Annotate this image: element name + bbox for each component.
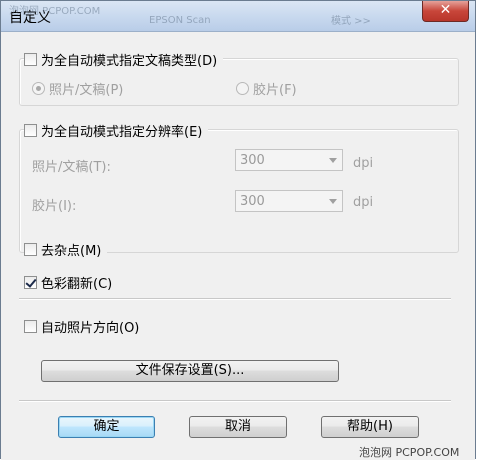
film-resolution-unit: dpi [353,195,374,210]
radio-film-indicator[interactable] [236,82,249,95]
descreen-checkbox[interactable] [24,243,37,256]
document-type-checkbox[interactable] [24,53,37,66]
resolution-checkbox[interactable] [24,124,37,137]
auto-orientation-label: 自动照片方向(O) [41,321,140,336]
photo-resolution-label: 照片/文稿(T): [32,160,111,175]
ok-button[interactable]: 确定 [58,416,155,438]
photo-resolution-value: 300 [240,153,265,168]
radio-film-label: 胶片(F) [253,83,297,98]
auto-orientation-checkbox[interactable] [24,320,37,333]
document-type-checkbox-label: 为全自动模式指定文稿类型(D) [41,54,218,69]
color-restore-checkbox-row[interactable]: 色彩翻新(C) [24,273,119,292]
file-save-settings-button[interactable]: 文件保存设置(S)... [41,360,339,382]
radio-photo-document[interactable]: 照片/文稿(P) [32,79,123,98]
radio-photo-document-label: 照片/文稿(P) [49,83,124,98]
resolution-checkbox-label: 为全自动模式指定分辨率(E) [41,125,203,140]
film-resolution-select[interactable]: 300 [235,190,343,212]
resolution-checkbox-row[interactable]: 为全自动模式指定分辨率(E) [24,121,209,140]
help-button[interactable]: 帮助(H) [321,416,419,438]
background-watermark-text: 泡泡网 PCPOP.COM [9,6,101,17]
separator [19,298,451,300]
radio-photo-document-indicator[interactable] [32,82,45,95]
radio-film[interactable]: 胶片(F) [236,79,297,98]
photo-resolution-unit: dpi [353,156,374,171]
photo-resolution-select[interactable]: 300 [235,149,343,171]
custom-dialog: 自定义 泡泡网 PCPOP.COM EPSON Scan 模式 >> ✕ 为全自… [0,0,476,460]
color-restore-label: 色彩翻新(C) [41,277,113,292]
background-mode-label: 模式 >> [331,16,371,27]
film-resolution-value: 300 [240,194,265,209]
descreen-checkbox-row[interactable]: 去杂点(M) [24,240,108,259]
color-restore-checkbox[interactable] [24,276,37,289]
close-icon: ✕ [439,2,452,18]
auto-orientation-checkbox-row[interactable]: 自动照片方向(O) [24,317,146,336]
document-type-checkbox-row[interactable]: 为全自动模式指定文稿类型(D) [24,50,224,69]
background-app-title: EPSON Scan [149,15,211,26]
separator [19,400,451,402]
close-button[interactable]: ✕ [422,1,469,22]
title-bar[interactable]: 自定义 泡泡网 PCPOP.COM EPSON Scan 模式 >> ✕ [1,1,475,32]
film-resolution-label: 胶片(I): [32,199,77,214]
dialog-content: 为全自动模式指定文稿类型(D) 照片/文稿(P) 胶片(F) 为全自动模式指定分… [1,32,475,460]
descreen-label: 去杂点(M) [41,244,102,259]
chevron-down-icon [329,199,337,204]
cancel-button[interactable]: 取消 [189,416,287,438]
watermark-text: 泡泡网 PCPOP.COM [359,446,460,459]
chevron-down-icon [329,158,337,163]
